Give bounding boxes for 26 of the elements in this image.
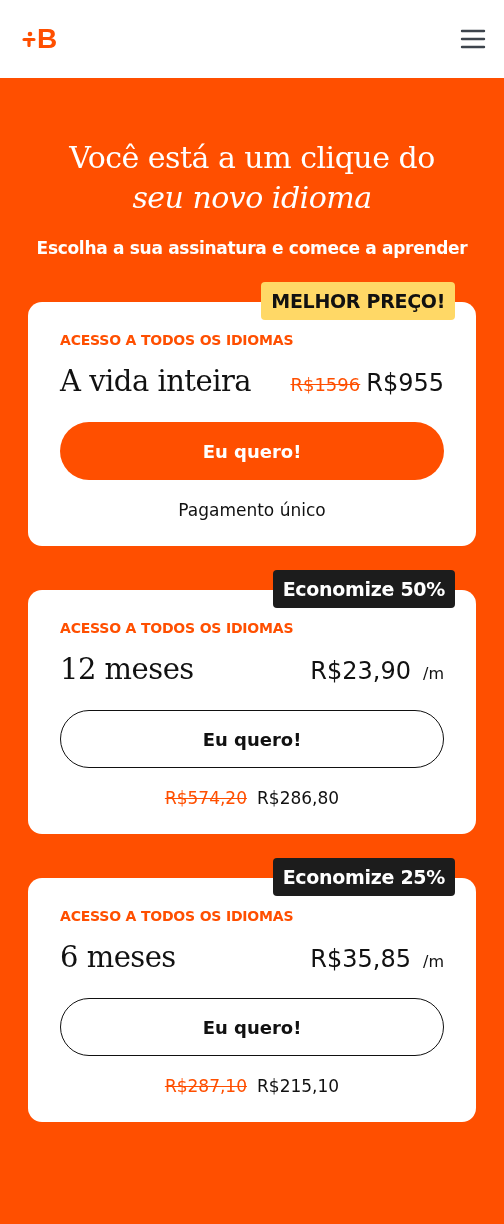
plan-label: ACESSO A TODOS OS IDIOMAS bbox=[60, 908, 295, 924]
discount-badge: Economize 50% bbox=[272, 570, 455, 608]
payment-note: Pagamento único bbox=[177, 500, 327, 520]
menu-icon[interactable] bbox=[460, 28, 486, 50]
discount-badge: Economize 25% bbox=[272, 858, 455, 896]
plan-name: A vida inteira bbox=[60, 364, 252, 398]
old-total: R$287,10 bbox=[164, 1076, 247, 1096]
old-total: R$574,20 bbox=[164, 788, 247, 808]
plan-name: 6 meses bbox=[60, 940, 176, 974]
plan-price: R$23,90 bbox=[310, 657, 411, 685]
old-price: R$1596 bbox=[290, 374, 361, 395]
plan-price: R$35,85 bbox=[310, 945, 411, 973]
price-unit: /m bbox=[423, 664, 444, 683]
total-price: R$215,10 bbox=[257, 1076, 340, 1096]
hero-subtitle: Escolha a sua assinatura e comece a aprender bbox=[35, 238, 469, 258]
total-price: R$286,80 bbox=[257, 788, 340, 808]
hero-title: Você está a um clique do seu novo idioma bbox=[68, 139, 436, 217]
buy-button[interactable]: Eu quero! bbox=[60, 710, 444, 768]
buy-button[interactable]: Eu quero! bbox=[60, 998, 444, 1056]
plus-icon bbox=[22, 31, 36, 47]
plan-label: ACESSO A TODOS OS IDIOMAS bbox=[60, 332, 295, 348]
plan-name: 12 meses bbox=[60, 652, 194, 686]
plan-label: ACESSO A TODOS OS IDIOMAS bbox=[60, 620, 295, 636]
discount-badge: MELHOR PREÇO! bbox=[261, 282, 455, 320]
plan-price: R$955 bbox=[366, 369, 444, 397]
price-unit: /m bbox=[423, 952, 444, 971]
